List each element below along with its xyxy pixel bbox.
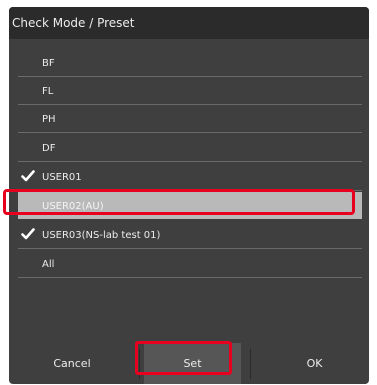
- preset-item-all[interactable]: All: [18, 250, 362, 278]
- preset-item-label: All: [42, 259, 55, 270]
- preset-item-user02-selected[interactable]: USER02(AU): [18, 192, 362, 219]
- preset-item-df[interactable]: DF: [18, 134, 362, 162]
- dialog-footer: Cancel Set OK: [9, 343, 369, 384]
- preset-item-label: PH: [42, 114, 56, 125]
- cancel-button[interactable]: Cancel: [9, 343, 135, 384]
- preset-item-bf[interactable]: BF: [18, 49, 362, 77]
- preset-item-user03[interactable]: USER03(NS-lab test 01): [18, 221, 362, 249]
- check-mode-preset-dialog: Check Mode / Preset BF FL PH DF USER01 U…: [9, 7, 369, 384]
- footer-divider: [250, 349, 251, 379]
- preset-item-label: USER01: [42, 172, 82, 183]
- preset-item-user01[interactable]: USER01: [18, 163, 362, 191]
- dialog-title-bar: Check Mode / Preset: [9, 7, 369, 39]
- footer-divider: [139, 349, 140, 379]
- preset-item-fl[interactable]: FL: [18, 77, 362, 105]
- checkmark-icon: [21, 227, 35, 241]
- set-button[interactable]: Set: [144, 343, 241, 384]
- checkmark-icon: [21, 169, 35, 183]
- dialog-title: Check Mode / Preset: [12, 16, 135, 30]
- preset-item-label: DF: [42, 143, 56, 154]
- preset-item-ph[interactable]: PH: [18, 105, 362, 133]
- preset-item-label: USER03(NS-lab test 01): [42, 230, 161, 241]
- ok-button[interactable]: OK: [260, 343, 369, 384]
- preset-item-label: USER02(AU): [42, 201, 104, 212]
- preset-item-label: BF: [42, 58, 55, 69]
- preset-item-label: FL: [42, 86, 54, 97]
